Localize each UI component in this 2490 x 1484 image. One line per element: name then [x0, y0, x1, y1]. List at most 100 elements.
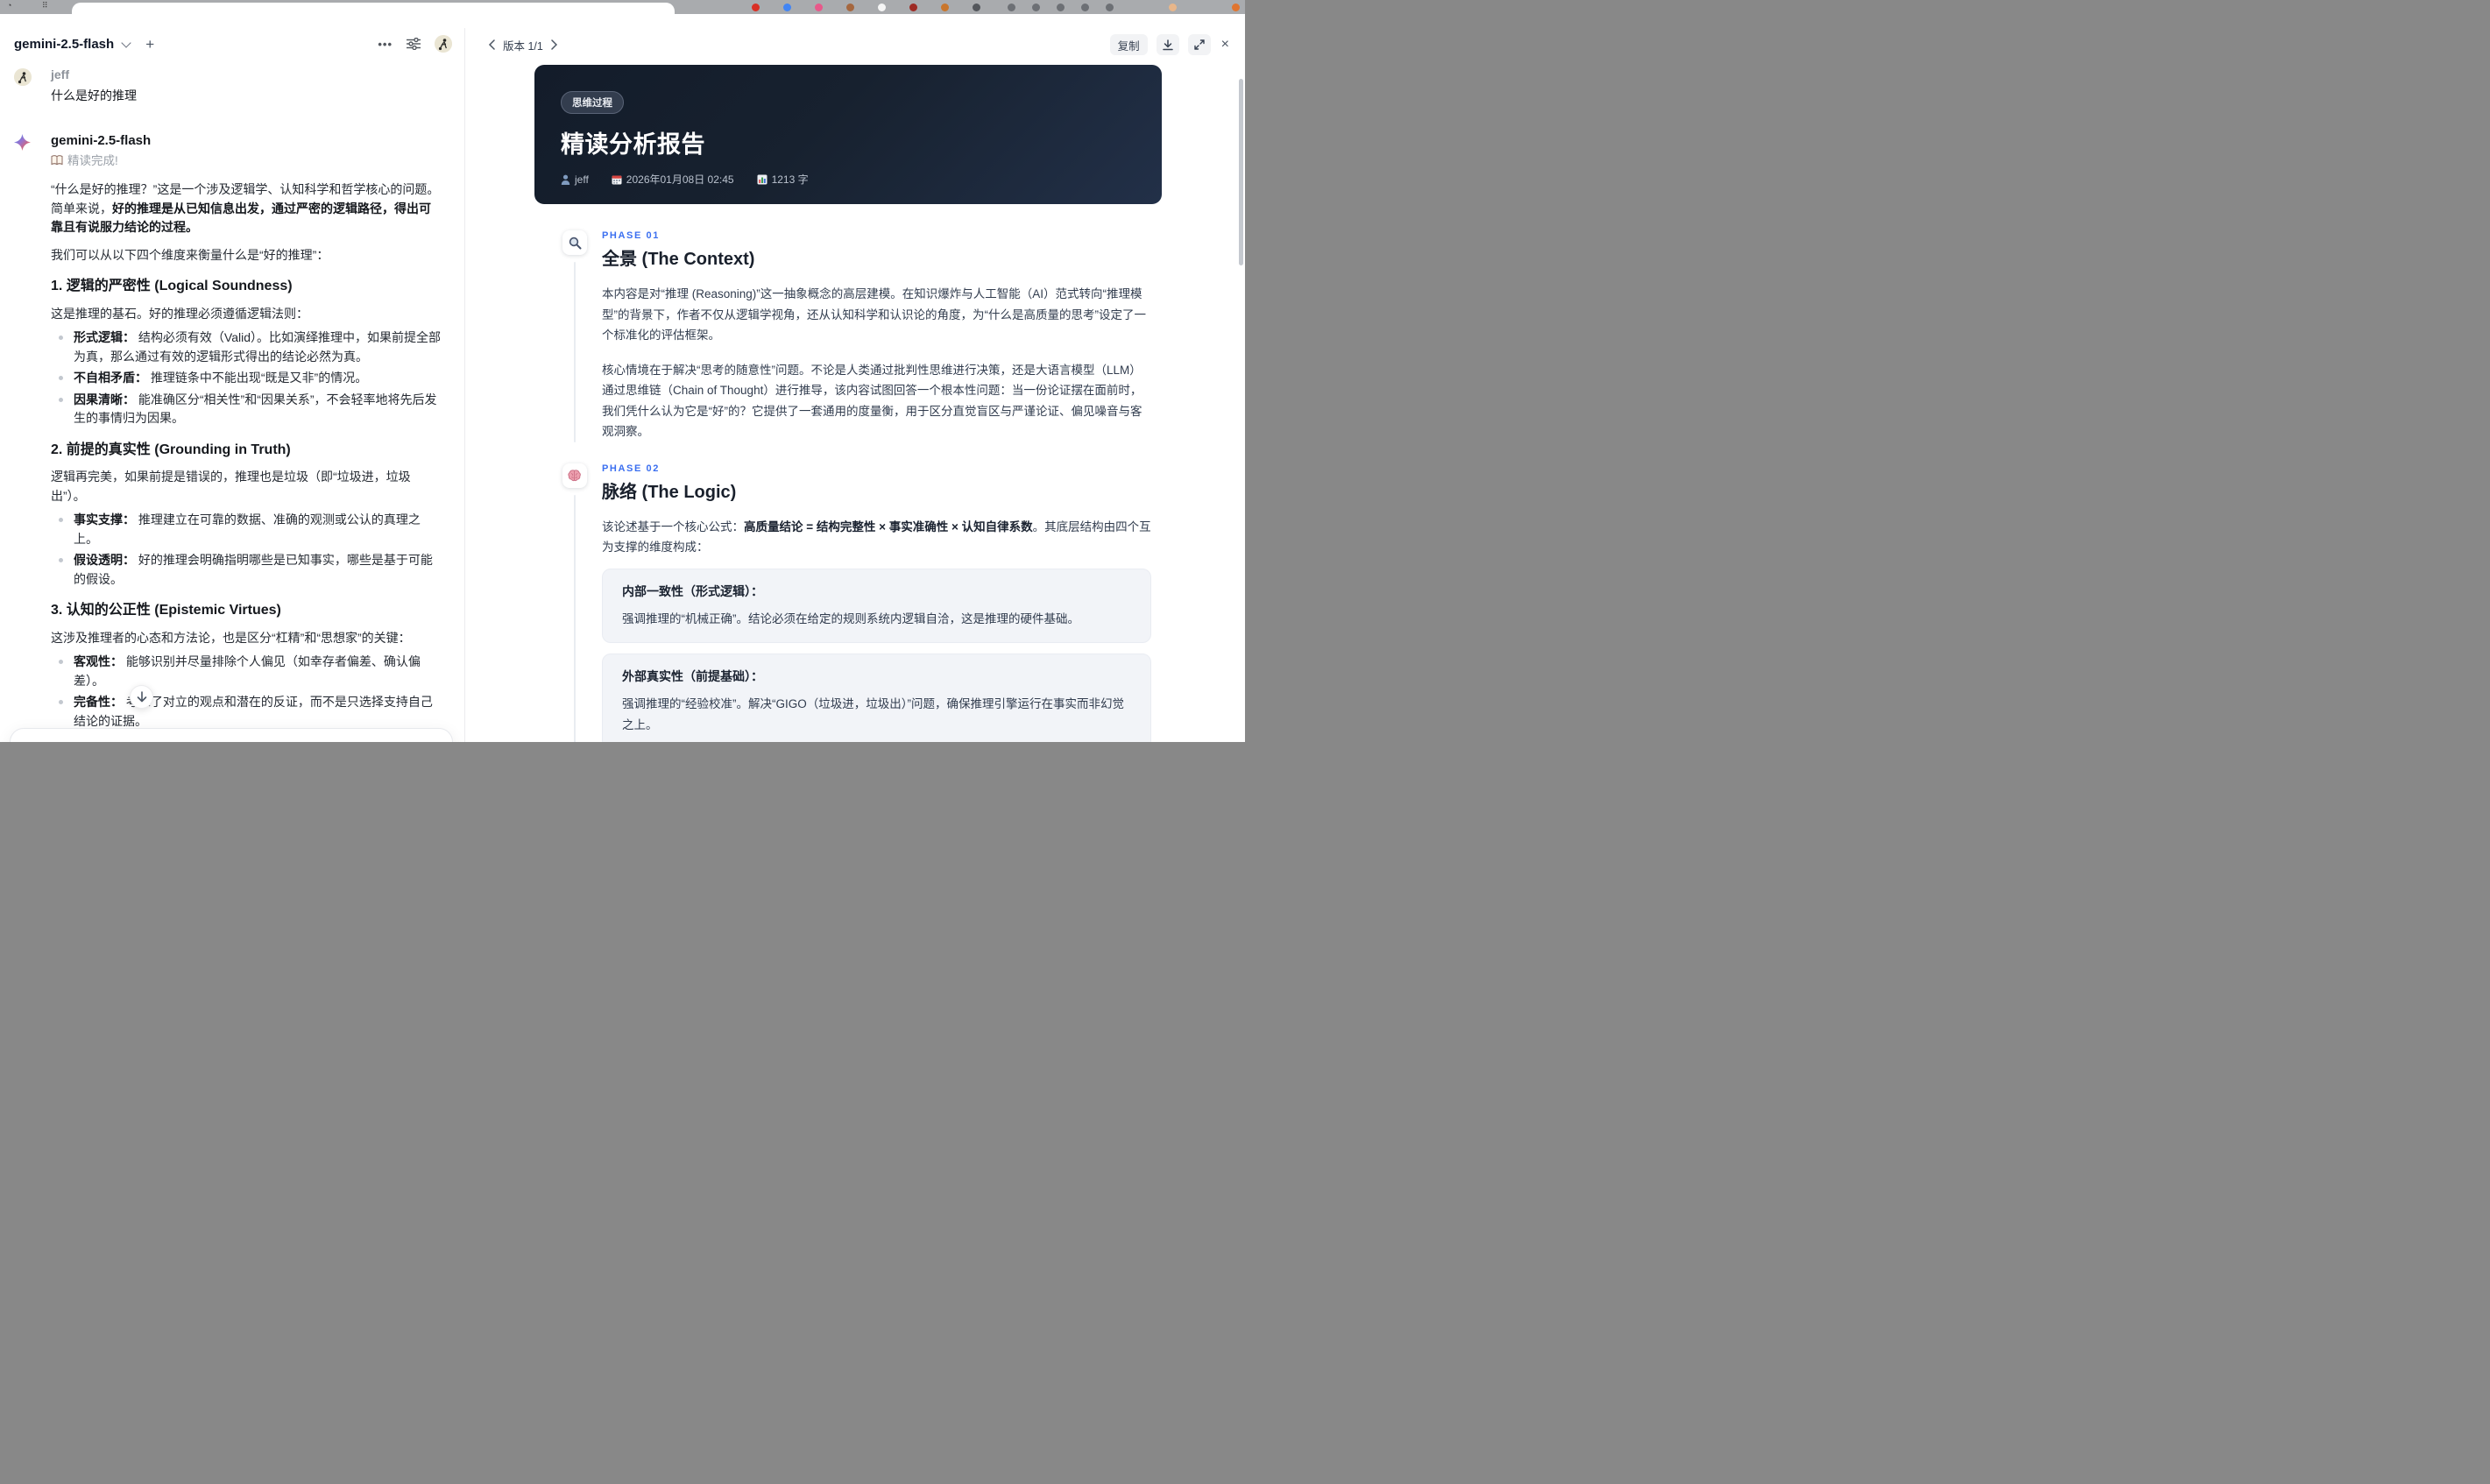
list-item: 不自相矛盾： 推理链条中不能出现“既是又非”的情况。: [51, 369, 442, 388]
assistant-model-name: gemini-2.5-flash: [51, 132, 152, 148]
report-badge: 思维过程: [561, 91, 624, 114]
extension-icon[interactable]: [909, 4, 917, 11]
timeline-line: [574, 494, 576, 742]
chat-message-list[interactable]: jeff 什么是好的推理 gemini-2.5-flash 精读完成! “什么是…: [0, 60, 464, 742]
extension-icon[interactable]: [846, 4, 854, 11]
user-name: jeff: [51, 67, 69, 81]
conversation-title[interactable]: gemini-2.5-flash: [14, 37, 114, 52]
tune-settings-icon[interactable]: [407, 38, 421, 50]
user-message: jeff 什么是好的推理: [14, 67, 442, 106]
card-text: 强调推理的“经验校准”。解决“GIGO（垃圾进，垃圾出）”问题，确保推理引擎运行…: [622, 697, 1124, 731]
magnifier-icon: [569, 237, 581, 249]
bullet-list: 形式逻辑： 结构必须有效（Valid）。比如演绎推理中，如果前提全部为真，那么通…: [51, 329, 442, 428]
extension-icon[interactable]: [1081, 4, 1089, 11]
app-body: gemini-2.5-flash + ••• jeff 什么是好的推理 gemi…: [0, 14, 1245, 742]
extension-icon[interactable]: [941, 4, 949, 11]
list-item: 因果清晰： 能准确区分“相关性”和“因果关系”，不会轻率地将先后发生的事情归为因…: [51, 391, 442, 428]
card-title: 外部真实性（前提基础）：: [622, 669, 763, 683]
browser-apps-icon[interactable]: ⠿: [42, 1, 48, 11]
section-desc: 这涉及推理者的心态和方法论，也是区分“杠精”和“思想家”的关键：: [51, 630, 411, 645]
download-button[interactable]: [1156, 34, 1179, 55]
extension-icon[interactable]: [973, 4, 980, 11]
dimension-card: 内部一致性（形式逻辑）： 强调推理的“机械正确”。结论必须在给定的规则系统内逻辑…: [602, 568, 1151, 643]
extension-icon[interactable]: [1057, 4, 1065, 11]
scroll-to-bottom-button[interactable]: [130, 685, 153, 709]
person-icon: [561, 174, 570, 185]
chat-header: gemini-2.5-flash + •••: [0, 28, 464, 60]
assistant-status: 精读完成!: [51, 152, 442, 171]
bar-chart-icon: [757, 174, 768, 184]
report-meta: jeff 2026年01月08日 02:45 1213 字: [561, 172, 1135, 187]
message-composer[interactable]: 思维接口已就绪，请传输指令。: [10, 728, 453, 742]
phase-paragraph: 本内容是对“推理 (Reasoning)”这一抽象概念的高层建模。在知识爆炸与人…: [602, 287, 1146, 342]
phase-label: PHASE 02: [602, 463, 660, 474]
book-icon: [51, 155, 63, 166]
version-nav: 版本 1/1: [488, 37, 558, 53]
section-desc: 逻辑再完美，如果前提是错误的，推理也是垃圾（即“垃圾进，垃圾出”）。: [51, 470, 411, 503]
expand-button[interactable]: [1187, 34, 1211, 55]
list-item: 客观性： 能够识别并尽量排除个人偏见（如幸存者偏差、确认偏差）。: [51, 653, 442, 690]
brain-icon: [568, 469, 581, 481]
extension-icon[interactable]: [1232, 4, 1240, 11]
extension-icon[interactable]: [878, 4, 886, 11]
extension-icon[interactable]: [752, 4, 760, 11]
extension-icon[interactable]: [783, 4, 791, 11]
phase2-icon-card: [562, 463, 587, 488]
bullet-list: 事实支撑： 推理建立在可靠的数据、准确的观测或公认的真理之上。 假设透明： 好的…: [51, 511, 442, 589]
user-avatar: [14, 68, 32, 86]
report-date: 2026年01月08日 02:45: [612, 172, 734, 187]
assistant-paragraph: “什么是好的推理？”这是一个涉及逻辑学、认知科学和哲学核心的问题。简单来说，好的…: [51, 182, 440, 234]
list-item: 事实支撑： 推理建立在可靠的数据、准确的观测或公认的真理之上。: [51, 511, 442, 548]
artifact-toolbar: 版本 1/1 复制 ×: [465, 28, 1245, 61]
report-word-count: 1213 字: [757, 172, 809, 187]
list-item: 形式逻辑： 结构必须有效（Valid）。比如演绎推理中，如果前提全部为真，那么通…: [51, 329, 442, 366]
user-message-text: 什么是好的推理: [51, 88, 137, 102]
extension-icon[interactable]: [1032, 4, 1040, 11]
browser-chrome-strip: ◔ ⠿ ≡: [0, 0, 1245, 16]
user-avatar[interactable]: [435, 35, 452, 53]
version-label: 版本 1/1: [503, 39, 543, 53]
phase-section-1: PHASE 01 全景 (The Context) 本内容是对“推理 (Reas…: [562, 230, 1162, 442]
extension-icon[interactable]: [815, 4, 823, 11]
browser-reload-icon[interactable]: ◔: [7, 1, 11, 10]
assistant-paragraph: 我们可以从以下四个维度来衡量什么是“好的推理”：: [51, 247, 329, 262]
artifact-panel: 版本 1/1 复制 × 思维过程 精读分析报告 jeff 2026年01月08日…: [465, 28, 1245, 742]
phase-paragraph: 核心情境在于解决“思考的随意性”问题。不论是人类通过批判性思维进行决策，还是大语…: [602, 363, 1142, 439]
chevron-down-icon[interactable]: [121, 37, 131, 48]
copy-button[interactable]: 复制: [1109, 34, 1148, 55]
assistant-status-text: 精读完成!: [67, 153, 118, 167]
list-item: 完备性： 考虑了对立的观点和潜在的反证，而不是只选择支持自己结论的证据。: [51, 693, 442, 731]
card-text: 强调推理的“机械正确”。结论必须在给定的规则系统内逻辑自洽，这是推理的硬件基础。: [622, 611, 1079, 625]
section-heading: 3. 认知的公正性 (Epistemic Virtues): [51, 603, 281, 618]
section-heading: 1. 逻辑的严密性 (Logical Soundness): [51, 279, 293, 293]
section-desc: 这是推理的基石。好的推理必须遵循逻辑法则：: [51, 306, 308, 321]
phase-label: PHASE 01: [602, 230, 660, 241]
phase-title: 全景 (The Context): [602, 250, 755, 269]
report-content[interactable]: 思维过程 精读分析报告 jeff 2026年01月08日 02:45 1213 …: [465, 61, 1245, 742]
extension-icon[interactable]: [1106, 4, 1114, 11]
more-options-icon[interactable]: •••: [378, 38, 393, 51]
report-author: jeff: [561, 173, 589, 186]
list-item: 假设透明： 好的推理会明确指明哪些是已知事实，哪些是基于可能的假设。: [51, 551, 442, 589]
section-heading: 2. 前提的真实性 (Grounding in Truth): [51, 442, 291, 457]
timeline-line: [574, 262, 576, 442]
next-version-icon[interactable]: [551, 39, 558, 50]
dimension-card: 外部真实性（前提基础）： 强调推理的“经验校准”。解决“GIGO（垃圾进，垃圾出…: [602, 654, 1151, 742]
phase-paragraph: 该论述基于一个核心公式：高质量结论 = 结构完整性 × 事实准确性 × 认知自律…: [602, 519, 1151, 555]
close-panel-button[interactable]: ×: [1221, 37, 1229, 53]
arrow-down-icon: [137, 691, 146, 703]
assistant-message: gemini-2.5-flash 精读完成! “什么是好的推理？”这是一个涉及逻…: [14, 132, 442, 742]
composer-input[interactable]: 思维接口已就绪，请传输指令。: [28, 741, 435, 742]
card-title: 内部一致性（形式逻辑）：: [622, 583, 763, 598]
extension-icon[interactable]: [1008, 4, 1015, 11]
phase-title: 脉络 (The Logic): [602, 482, 737, 502]
previous-version-icon[interactable]: [488, 39, 495, 50]
report-title: 精读分析报告: [561, 131, 705, 158]
browser-profile-avatar[interactable]: [1169, 4, 1177, 11]
fullscreen-icon: [1193, 39, 1205, 50]
gemini-logo-icon: [14, 133, 31, 151]
new-chat-button[interactable]: +: [145, 37, 154, 52]
report-hero-card: 思维过程 精读分析报告 jeff 2026年01月08日 02:45 1213 …: [534, 65, 1162, 204]
phase1-icon-card: [562, 230, 587, 255]
scrollbar-thumb[interactable]: [1239, 79, 1243, 265]
